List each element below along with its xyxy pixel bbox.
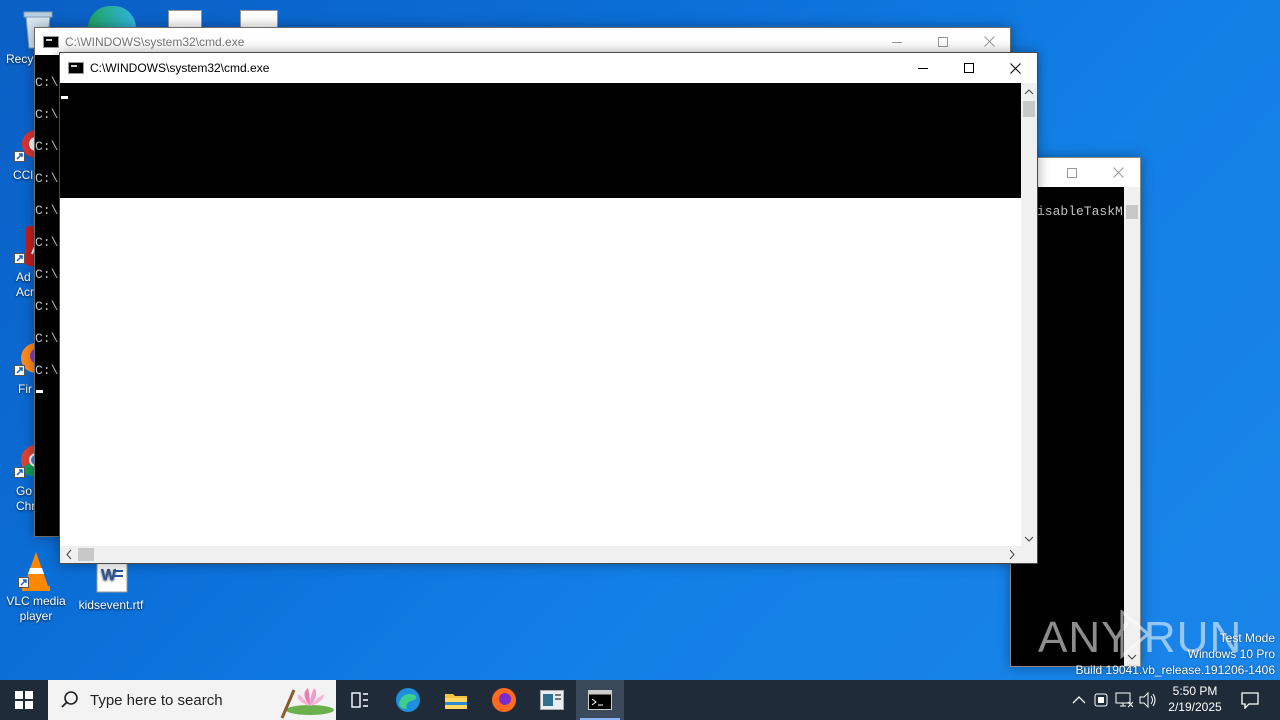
test-mode-line: Test Mode bbox=[1219, 631, 1275, 645]
scroll-down-icon[interactable] bbox=[1021, 532, 1037, 546]
taskbar-edge[interactable] bbox=[384, 680, 432, 720]
console-line: isableTaskM bbox=[1037, 204, 1123, 219]
desktop-icon-label: kidsevent.rtf bbox=[78, 598, 144, 612]
firefox-icon bbox=[492, 688, 516, 712]
title-bar[interactable]: C:\WINDOWS\system32\cmd.exe bbox=[60, 53, 1037, 83]
edge-icon bbox=[396, 688, 420, 712]
windows-logo-icon bbox=[15, 691, 33, 709]
app-window-icon bbox=[540, 690, 564, 710]
notification-icon bbox=[1241, 692, 1259, 709]
vlc-cone-icon bbox=[16, 550, 56, 591]
text-cursor bbox=[61, 96, 68, 99]
cmd-icon bbox=[588, 690, 612, 710]
taskbar-file-explorer[interactable] bbox=[432, 680, 480, 720]
maximize-icon bbox=[938, 36, 948, 47]
maximize-button[interactable] bbox=[1049, 158, 1095, 187]
close-button[interactable] bbox=[992, 53, 1038, 83]
vertical-scrollbar[interactable] bbox=[1124, 187, 1140, 666]
scroll-right-icon[interactable] bbox=[1005, 546, 1019, 563]
task-view-button[interactable] bbox=[336, 680, 384, 720]
window-title: C:\WINDOWS\system32\cmd.exe bbox=[65, 34, 245, 49]
clock[interactable]: 5:50 PM 2/19/2025 bbox=[1162, 683, 1228, 715]
prompt-line: C:\ bbox=[35, 75, 59, 90]
scroll-left-icon[interactable] bbox=[62, 546, 76, 563]
security-icon[interactable] bbox=[1090, 680, 1112, 720]
shortcut-arrow-icon bbox=[14, 467, 25, 478]
desktop-icon-doc-partial-1[interactable] bbox=[168, 10, 202, 28]
clock-time: 5:50 PM bbox=[1172, 684, 1218, 698]
task-view-icon bbox=[351, 692, 368, 708]
taskbar-app-window[interactable] bbox=[528, 680, 576, 720]
horizontal-scrollbar[interactable] bbox=[60, 546, 1021, 563]
edition-line: Windows 10 Pro bbox=[1187, 647, 1275, 661]
shortcut-arrow-icon bbox=[14, 365, 25, 376]
text-cursor bbox=[36, 390, 43, 393]
maximize-button[interactable] bbox=[920, 28, 966, 55]
chevron-up-icon[interactable] bbox=[1068, 680, 1090, 720]
taskbar-firefox[interactable] bbox=[480, 680, 528, 720]
desktop-icon-edge-partial[interactable] bbox=[88, 6, 136, 28]
cmd-app-icon bbox=[68, 62, 84, 74]
scrollbar-thumb[interactable] bbox=[1023, 101, 1035, 117]
clock-date: 2/19/2025 bbox=[1168, 700, 1222, 714]
volume-icon[interactable] bbox=[1136, 680, 1160, 720]
desktop-icon-doc-partial-2[interactable] bbox=[240, 10, 278, 28]
search-icon bbox=[61, 691, 78, 708]
prompt-line: C:\ bbox=[35, 331, 59, 346]
minimize-icon bbox=[892, 41, 902, 43]
build-line: Build 19041.vb_release.191206-1406 bbox=[1075, 663, 1276, 677]
maximize-icon bbox=[964, 63, 974, 73]
prompt-line: C:\ bbox=[35, 107, 59, 122]
folder-icon bbox=[445, 694, 467, 709]
vertical-scrollbar[interactable] bbox=[1021, 83, 1037, 546]
close-button[interactable] bbox=[966, 28, 1012, 55]
desktop-icon-kidsevent[interactable]: W kidsevent.rtf bbox=[73, 558, 149, 613]
prompt-line: C:\ bbox=[35, 139, 59, 154]
maximize-icon bbox=[1067, 167, 1077, 178]
prompt-line: C:\ bbox=[35, 299, 59, 314]
window-title: C:\WINDOWS\system32\cmd.exe bbox=[90, 61, 270, 75]
taskbar: Type here to search 5:50 PM 2/19/2025 bbox=[0, 680, 1280, 720]
scrollbar-thumb[interactable] bbox=[78, 548, 94, 561]
prompt-line: C:\ bbox=[35, 203, 59, 218]
shortcut-arrow-icon bbox=[18, 577, 29, 588]
windows-test-mode-text: Test Mode Windows 10 Pro Build 19041.vb_… bbox=[1076, 630, 1276, 678]
maximize-button[interactable] bbox=[946, 53, 992, 83]
taskbar-search-box[interactable]: Type here to search bbox=[48, 680, 336, 720]
console-unpainted-area bbox=[60, 198, 1021, 546]
cmd-window-front[interactable]: C:\WINDOWS\system32\cmd.exe bbox=[59, 52, 1038, 564]
minimize-button[interactable] bbox=[874, 28, 920, 55]
start-button[interactable] bbox=[0, 680, 48, 720]
minimize-icon bbox=[918, 68, 928, 69]
close-icon bbox=[1009, 62, 1021, 74]
minimize-button[interactable] bbox=[900, 53, 946, 83]
search-placeholder: Type here to search bbox=[90, 691, 223, 709]
taskbar-cmd[interactable] bbox=[576, 680, 624, 720]
scrollbar-corner bbox=[1021, 546, 1037, 563]
cmd-app-icon bbox=[43, 35, 59, 48]
shortcut-arrow-icon bbox=[14, 151, 25, 162]
search-highlight-lotus-icon bbox=[280, 688, 334, 719]
title-bar[interactable]: C:\WINDOWS\system32\cmd.exe bbox=[35, 28, 1010, 55]
prompt-line: C:\ bbox=[35, 235, 59, 250]
close-button[interactable] bbox=[1095, 158, 1141, 187]
console-output bbox=[60, 83, 1021, 198]
action-center-button[interactable] bbox=[1230, 680, 1270, 720]
desktop-icon-label: VLC media player bbox=[6, 594, 66, 623]
network-icon[interactable] bbox=[1112, 680, 1136, 720]
shortcut-arrow-icon bbox=[14, 253, 25, 264]
scrollbar-thumb[interactable] bbox=[1126, 205, 1138, 219]
close-icon bbox=[1112, 167, 1124, 178]
prompt-line: C:\ bbox=[35, 171, 59, 186]
prompt-line: C:\ bbox=[35, 363, 59, 378]
prompt-line: C:\ bbox=[35, 267, 59, 282]
scroll-up-icon[interactable] bbox=[1021, 85, 1037, 99]
close-icon bbox=[983, 36, 995, 47]
system-tray bbox=[1068, 680, 1160, 720]
